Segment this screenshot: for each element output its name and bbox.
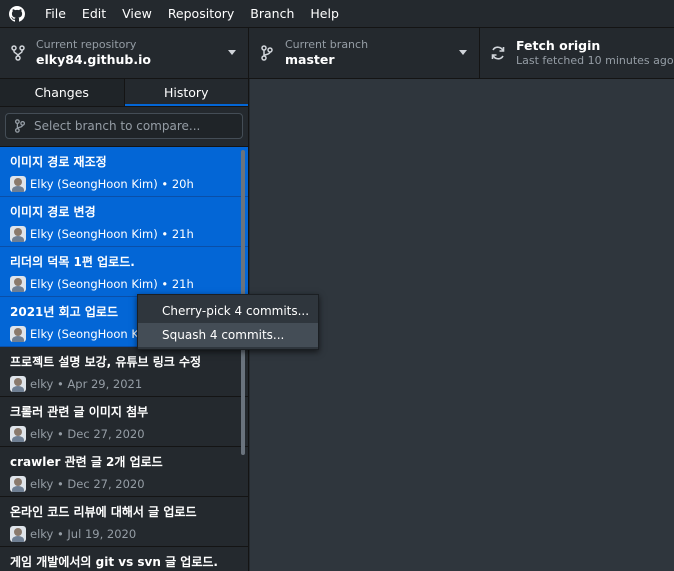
compare-branch-input[interactable]: Select branch to compare... <box>5 113 243 139</box>
commit-row[interactable]: 프로젝트 설명 보강, 유튜브 링크 수정 elky • Apr 29, 202… <box>0 347 248 397</box>
commit-title: 게임 개발에서의 git vs svn 글 업로드. <box>10 555 218 569</box>
github-logo-icon <box>9 5 25 22</box>
tab-changes[interactable]: Changes <box>0 79 125 106</box>
toolbar: Current repository elky84.github.io Curr… <box>0 28 674 79</box>
commit-title: 이미지 경로 재조정 <box>10 155 107 169</box>
commit-title: crawler 관련 글 2개 업로드 <box>10 455 163 469</box>
compare-placeholder: Select branch to compare... <box>34 119 201 133</box>
commit-row[interactable]: 게임 개발에서의 git vs svn 글 업로드. <box>0 547 248 571</box>
commit-title: 프로젝트 설명 보강, 유튜브 링크 수정 <box>10 355 202 369</box>
menu-repository[interactable]: Repository <box>160 0 242 28</box>
avatar <box>10 376 26 392</box>
commit-row[interactable]: 크롤러 관련 글 이미지 첨부 elky • Dec 27, 2020 <box>0 397 248 447</box>
avatar <box>10 276 26 292</box>
commit-title: 이미지 경로 변경 <box>10 205 96 219</box>
last-fetched: Last fetched 10 minutes ago <box>516 54 674 67</box>
squash-menu-item[interactable]: Squash 4 commits... <box>138 323 318 347</box>
repo-name: elky84.github.io <box>36 52 151 67</box>
menu-file[interactable]: File <box>37 0 74 28</box>
commit-row[interactable]: 리더의 덕목 1편 업로드. Elky (SeongHoon Kim) • 21… <box>0 247 248 297</box>
avatar <box>10 526 26 542</box>
menu-view[interactable]: View <box>114 0 160 28</box>
branch-icon <box>259 45 275 61</box>
commit-meta: elky • Apr 29, 2021 <box>30 377 143 391</box>
cherry-pick-menu-item[interactable]: Cherry-pick 4 commits... <box>138 299 318 323</box>
chevron-down-icon <box>228 50 236 55</box>
menu-help[interactable]: Help <box>302 0 347 28</box>
commit-row[interactable]: 이미지 경로 변경 Elky (SeongHoon Kim) • 21h <box>0 197 248 247</box>
menu-branch[interactable]: Branch <box>242 0 302 28</box>
current-repository-button[interactable]: Current repository elky84.github.io <box>0 28 249 78</box>
avatar <box>10 476 26 492</box>
context-menu: Cherry-pick 4 commits... Squash 4 commit… <box>137 294 319 350</box>
sync-icon <box>490 45 506 61</box>
tab-bar: Changes History <box>0 79 248 107</box>
commit-title: 리더의 덕목 1편 업로드. <box>10 255 135 269</box>
avatar <box>10 326 26 342</box>
commit-meta: Elky (SeongHoon Kim) • 21h <box>30 277 194 291</box>
branch-name: master <box>285 52 335 67</box>
commit-title: 온라인 코드 리뷰에 대해서 글 업로드 <box>10 505 197 519</box>
commit-meta: Elky (SeongHoon Kim) • 20h <box>30 177 194 191</box>
avatar <box>10 426 26 442</box>
repo-label: Current repository <box>36 38 137 51</box>
commit-meta: elky • Dec 27, 2020 <box>30 427 145 441</box>
branch-icon <box>14 119 28 133</box>
commit-meta: elky • Dec 27, 2020 <box>30 477 145 491</box>
commit-meta: Elky (SeongHoon Kim) • 21h <box>30 227 194 241</box>
avatar <box>10 226 26 242</box>
commit-row[interactable]: 이미지 경로 재조정 Elky (SeongHoon Kim) • 20h <box>0 147 248 197</box>
current-branch-button[interactable]: Current branch master <box>249 28 480 78</box>
commit-row[interactable]: 온라인 코드 리뷰에 대해서 글 업로드 elky • Jul 19, 2020 <box>0 497 248 547</box>
branch-label: Current branch <box>285 38 369 51</box>
fetch-title: Fetch origin <box>516 38 601 53</box>
commit-row[interactable]: crawler 관련 글 2개 업로드 elky • Dec 27, 2020 <box>0 447 248 497</box>
menu-edit[interactable]: Edit <box>74 0 114 28</box>
commit-meta: elky • Jul 19, 2020 <box>30 527 137 541</box>
tab-history[interactable]: History <box>124 79 248 106</box>
compare-branch-area: Select branch to compare... <box>0 107 248 147</box>
menu-bar: File Edit View Repository Branch Help <box>0 0 674 28</box>
fetch-origin-button[interactable]: Fetch origin Last fetched 10 minutes ago <box>480 28 674 78</box>
commit-title: 크롤러 관련 글 이미지 첨부 <box>10 405 149 419</box>
avatar <box>10 176 26 192</box>
commit-list: 이미지 경로 재조정 Elky (SeongHoon Kim) • 20h 이미… <box>0 147 248 571</box>
commit-meta: Elky (SeongHoon Kim <box>30 327 154 341</box>
repo-icon <box>10 45 26 61</box>
chevron-down-icon <box>459 50 467 55</box>
